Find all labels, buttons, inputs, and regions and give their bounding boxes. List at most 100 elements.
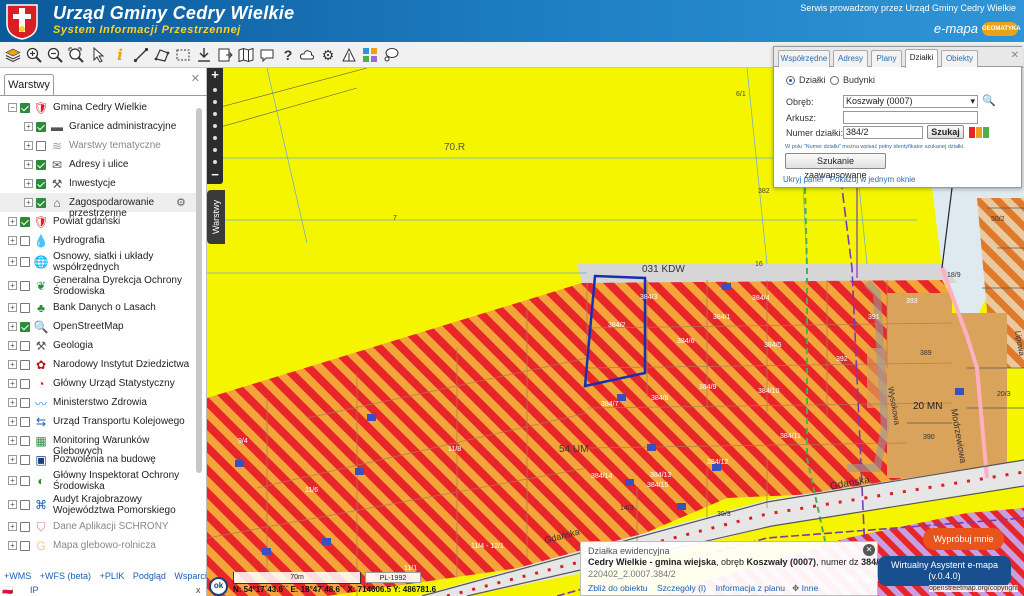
- layer-item[interactable]: + 💧 Hydrografia: [0, 231, 196, 250]
- other-link[interactable]: Inne: [802, 583, 819, 593]
- zoom-level-dot[interactable]: [213, 88, 217, 92]
- expand-icon[interactable]: +: [8, 257, 17, 266]
- export-icon[interactable]: [216, 46, 234, 64]
- plan-info-link[interactable]: Informacja z planu: [716, 583, 785, 593]
- layer-checkbox[interactable]: [36, 179, 46, 189]
- layer-item[interactable]: + G Mapa glebowo-rolnicza: [0, 536, 196, 555]
- left-close-x[interactable]: x: [196, 585, 201, 595]
- zoom-in-button[interactable]: +: [207, 68, 223, 82]
- zoom-to-object-link[interactable]: Zbliż do obiektu: [588, 583, 648, 593]
- expand-icon[interactable]: +: [8, 281, 17, 290]
- try-me-button[interactable]: Wypróbuj mnie: [923, 528, 1004, 550]
- expand-icon[interactable]: +: [8, 217, 17, 226]
- share-icon[interactable]: ✥: [792, 583, 799, 593]
- expand-icon[interactable]: +: [24, 160, 33, 169]
- zoom-extent-icon[interactable]: [67, 46, 85, 64]
- obreb-select[interactable]: Koszwały (0007): [843, 95, 978, 108]
- expand-icon[interactable]: +: [8, 341, 17, 350]
- settings-icon[interactable]: ⚙: [319, 46, 337, 64]
- expand-icon[interactable]: +: [8, 236, 17, 245]
- radio-dzialki[interactable]: [786, 76, 795, 85]
- layer-checkbox[interactable]: [20, 360, 30, 370]
- layer-item[interactable]: + 🛡 Powiat gdański: [0, 212, 196, 231]
- expand-icon[interactable]: +: [8, 303, 17, 312]
- comment-icon[interactable]: [258, 46, 276, 64]
- tab-dzialki[interactable]: Działki: [905, 49, 938, 68]
- expand-icon[interactable]: +: [8, 476, 17, 485]
- projection-select[interactable]: PL-1992: [365, 572, 421, 583]
- layer-checkbox[interactable]: [20, 379, 30, 389]
- color-swatch-orange[interactable]: [976, 127, 982, 138]
- expand-icon[interactable]: +: [8, 500, 17, 509]
- zoom-out-icon[interactable]: [46, 46, 64, 64]
- ok-button[interactable]: ok: [209, 577, 228, 596]
- search-icon[interactable]: 🔍: [982, 94, 996, 107]
- map-icon[interactable]: [237, 46, 255, 64]
- numer-dzialki-field[interactable]: 384/2: [843, 126, 923, 139]
- language-flag-icon[interactable]: 🇵🇱: [2, 585, 13, 596]
- layer-checkbox[interactable]: [20, 417, 30, 427]
- zoom-level-dot[interactable]: [213, 112, 217, 116]
- ip-link[interactable]: IP: [30, 585, 39, 595]
- add-wms-link[interactable]: +WMS: [4, 571, 31, 581]
- collapse-icon[interactable]: −: [8, 103, 17, 112]
- zoom-out-button[interactable]: −: [207, 167, 223, 182]
- layer-checkbox[interactable]: [20, 322, 30, 332]
- zoom-level-dot[interactable]: [213, 148, 217, 152]
- expand-icon[interactable]: +: [8, 436, 17, 445]
- measure-distance-icon[interactable]: [132, 46, 150, 64]
- layer-item[interactable]: + ▣ Pozwolenia na budowę: [0, 450, 196, 469]
- osm-attribution[interactable]: openstreetmap.org/copyright: [929, 585, 1019, 592]
- hide-panel-link[interactable]: Ukryj panel: [783, 175, 823, 184]
- layer-checkbox[interactable]: [20, 398, 30, 408]
- tab-wspolrzedne[interactable]: Współrzędne: [778, 50, 830, 67]
- add-wfs-link[interactable]: +WFS (beta): [40, 571, 91, 581]
- add-file-link[interactable]: +PLIK: [100, 571, 125, 581]
- tab-plany[interactable]: Plany: [871, 50, 902, 67]
- layer-item[interactable]: + ◐ Główny Inspektorat Ochrony Środowiska: [0, 469, 196, 493]
- expand-icon[interactable]: +: [8, 541, 17, 550]
- tab-warstwy[interactable]: Warstwy: [4, 74, 54, 96]
- layer-item[interactable]: + ⌂ Zagospodarowanie przestrzenne ⚙: [0, 193, 196, 219]
- download-icon[interactable]: [195, 46, 213, 64]
- emapa-logo[interactable]: e-mapa: [934, 21, 978, 36]
- layer-item[interactable]: − 🛡 Gmina Cedry Wielkie: [0, 98, 196, 117]
- layers-icon[interactable]: [4, 46, 22, 64]
- layer-item[interactable]: + 🌐 Osnowy, siatki i układy współrzędnych: [0, 250, 196, 274]
- layer-checkbox[interactable]: [20, 257, 30, 267]
- expand-icon[interactable]: +: [8, 522, 17, 531]
- layer-item[interactable]: + ▬ Granice administracyjne: [0, 117, 196, 136]
- close-icon[interactable]: ✕: [1011, 50, 1019, 61]
- expand-icon[interactable]: +: [8, 360, 17, 369]
- expand-icon[interactable]: +: [8, 379, 17, 388]
- help-icon[interactable]: ?: [279, 46, 297, 64]
- layer-tree-scrollbar[interactable]: [196, 108, 202, 473]
- layer-checkbox[interactable]: [20, 455, 30, 465]
- expand-icon[interactable]: +: [8, 322, 17, 331]
- zoom-level-dot[interactable]: [213, 100, 217, 104]
- layer-item[interactable]: + ⌘ Audyt Krajobrazowy Województwa Pomorsk…: [0, 493, 196, 517]
- layer-checkbox[interactable]: [20, 341, 30, 351]
- layer-settings-icon[interactable]: ⚙: [176, 196, 186, 209]
- layer-checkbox[interactable]: [20, 217, 30, 227]
- close-icon[interactable]: ✕: [863, 544, 875, 556]
- arkusz-field[interactable]: [843, 111, 978, 124]
- info-icon[interactable]: i: [111, 46, 129, 64]
- qr-icon[interactable]: [361, 46, 379, 64]
- layer-checkbox[interactable]: [36, 122, 46, 132]
- layer-item[interactable]: + ♣ Bank Danych o Lasach: [0, 298, 196, 317]
- layer-checkbox[interactable]: [36, 160, 46, 170]
- layer-item[interactable]: + ⇆ Urząd Transportu Kolejowego: [0, 412, 196, 431]
- layer-checkbox[interactable]: [20, 436, 30, 446]
- tab-obiekty[interactable]: Obiekty: [941, 50, 978, 67]
- warstwy-side-tab[interactable]: Warstwy: [207, 190, 225, 244]
- expand-icon[interactable]: +: [8, 398, 17, 407]
- select-area-icon[interactable]: [174, 46, 192, 64]
- color-swatch-green[interactable]: [983, 127, 989, 138]
- layer-item[interactable]: + ✉ Adresy i ulice: [0, 155, 196, 174]
- details-link[interactable]: Szczegóły (I): [657, 583, 706, 593]
- layer-checkbox[interactable]: [36, 198, 46, 208]
- expand-icon[interactable]: +: [24, 179, 33, 188]
- color-swatch-red[interactable]: [969, 127, 975, 138]
- radio-budynki[interactable]: [830, 76, 839, 85]
